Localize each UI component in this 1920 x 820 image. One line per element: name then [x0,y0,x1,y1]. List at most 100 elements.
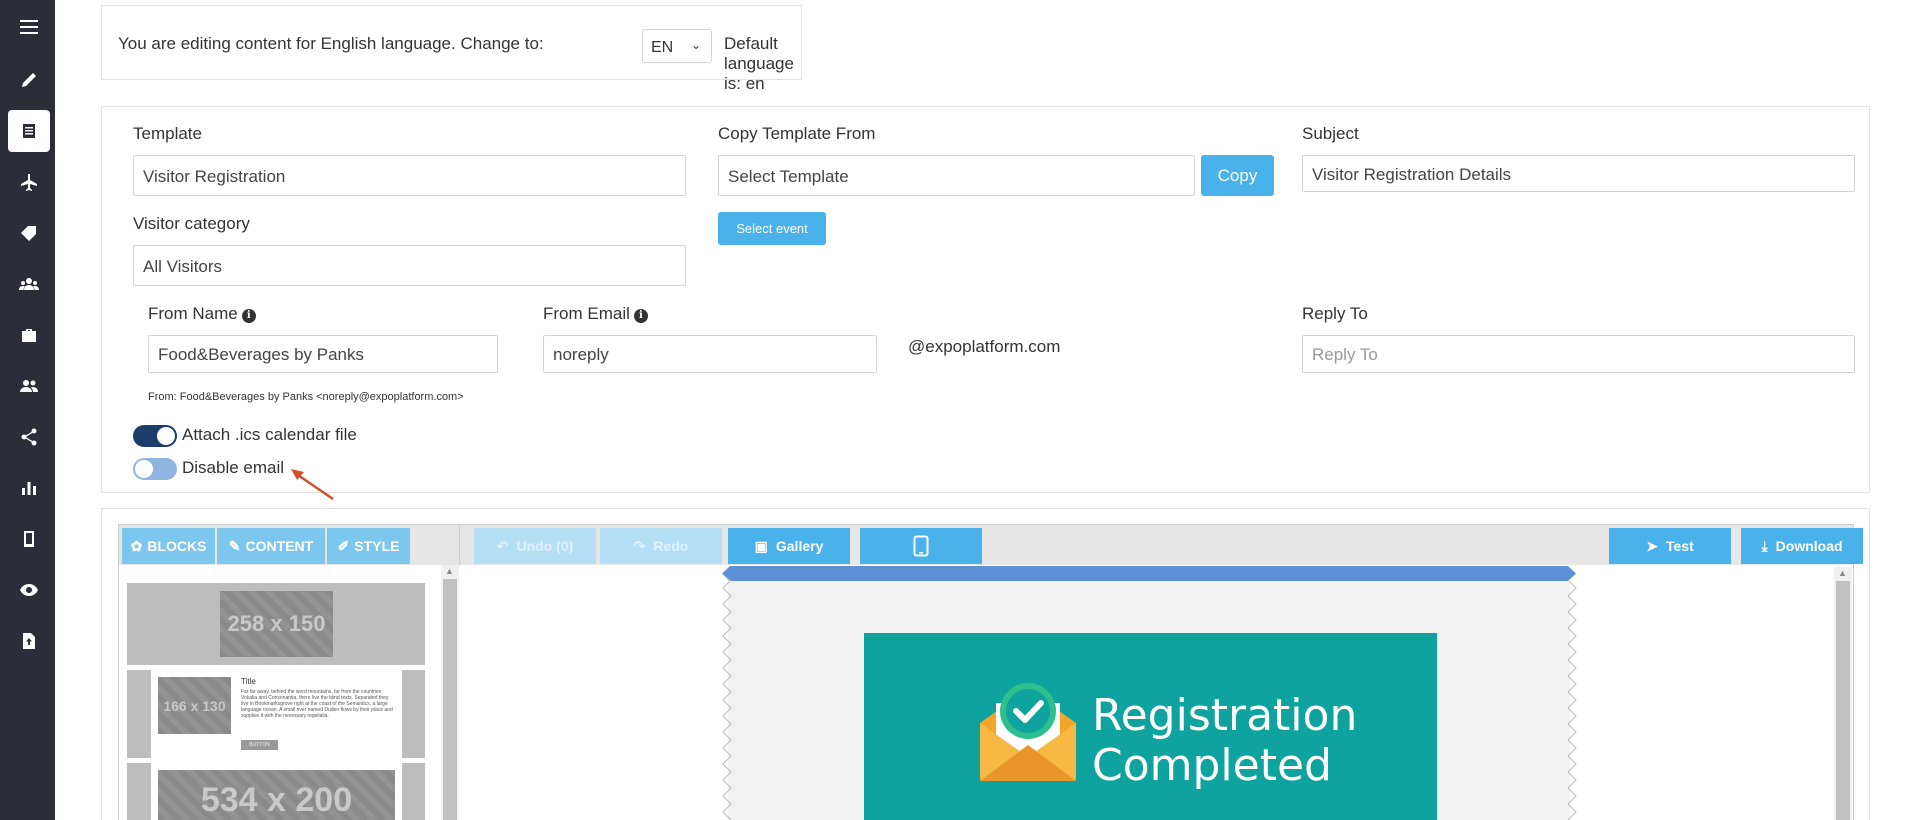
list-document-icon [23,124,35,138]
subject-label: Subject [1302,124,1359,143]
blocks-scroll-thumb[interactable] [443,579,457,820]
attach-ics-label: Attach .ics calendar file [182,425,357,444]
email-hero-banner[interactable]: Registration Completed [864,633,1437,820]
hero-title: Registration Completed [1092,691,1357,791]
reply-to-field[interactable]: Reply To [1302,335,1855,373]
blocks-panel: 258 x 150 166 x 130 Title Far far away, … [119,565,459,820]
users-group-icon [19,278,39,290]
zigzag-edge-right [1568,580,1577,820]
menu-icon [20,20,38,34]
tab-content[interactable]: ✎ CONTENT [217,528,325,564]
sidebar-item-travel[interactable] [8,161,50,203]
mobile-preview-button[interactable] [860,528,982,564]
sidebar-item-tags[interactable] [8,212,50,254]
email-top-bar [722,566,1576,581]
gallery-button[interactable]: ▣ Gallery [728,528,850,564]
copy-button[interactable]: Copy [1201,155,1274,196]
gallery-label: Gallery [775,538,824,554]
hero-title-line-1: Registration [1092,690,1358,741]
sidebar [0,0,55,820]
pencil-icon [22,73,36,87]
sidebar-item-mobile[interactable] [8,518,50,560]
brush-icon: ✐ [337,537,350,554]
visitor-category-select[interactable]: All Visitors [133,245,686,286]
tab-style[interactable]: ✐ STYLE [327,528,410,564]
chevron-down-icon: ⌄ [690,38,701,52]
template-field[interactable]: Visitor Registration [133,155,686,196]
canvas-scrollbar[interactable]: ▲ [1834,567,1852,820]
from-email-label-text: From Email [543,304,630,323]
tab-label: CONTENT [245,538,314,554]
language-select-value: EN [651,39,674,56]
editor-tabbar: ✿ BLOCKS ✎ CONTENT ✐ STYLE [119,525,459,565]
tag-icon [21,226,36,241]
tab-label: BLOCKS [147,538,207,554]
language-select[interactable]: EN ⌄ [642,29,712,63]
visitor-category-label: Visitor category [133,214,250,233]
zigzag-edge-left [722,580,731,820]
undo-icon: ↶ [496,537,509,554]
blocks-icon: ✿ [130,537,143,554]
template-label: Template [133,124,202,143]
send-icon: ➤ [1646,537,1658,554]
scroll-up-icon[interactable]: ▲ [445,566,454,576]
info-icon[interactable]: i [633,309,648,323]
sidebar-item-edit[interactable] [8,59,50,101]
subject-field[interactable]: Visitor Registration Details [1302,155,1855,192]
canvas-scroll-thumb[interactable] [1836,581,1850,820]
sidebar-item-share[interactable] [8,416,50,458]
reply-to-label: Reply To [1302,304,1368,323]
sidebar-item-groups[interactable] [8,263,50,305]
file-upload-icon [23,633,35,649]
eye-icon [20,584,38,596]
image-placeholder: 534 x 200 [158,770,395,820]
from-preview-text: From: Food&Beverages by Panks <noreply@e… [148,391,464,403]
sidebar-item-reports[interactable] [8,467,50,509]
share-icon [21,428,37,446]
disable-email-toggle[interactable] [133,458,177,480]
language-info-text: You are editing content for English lang… [118,34,544,53]
mobile-icon [24,531,34,547]
sidebar-item-files[interactable] [8,620,50,662]
tab-blocks[interactable]: ✿ BLOCKS [122,528,215,564]
download-label: Download [1775,538,1843,554]
info-icon[interactable]: i [241,309,256,323]
blocks-scrollbar[interactable]: ▲ [441,565,459,820]
from-email-field[interactable]: noreply [543,335,877,373]
sidebar-item-preview[interactable] [8,569,50,611]
pencil-icon: ✎ [228,537,241,554]
copy-template-label: Copy Template From [718,124,876,143]
toggle-knob [135,460,153,478]
copy-template-select[interactable]: Select Template [718,155,1195,196]
scroll-up-icon[interactable]: ▲ [1838,568,1847,578]
tablet-icon [913,535,929,557]
undo-button[interactable]: ↶ Undo (0) [474,528,596,564]
attach-ics-toggle[interactable] [133,425,177,447]
plane-icon [21,174,37,191]
email-domain-text: @expoplatform.com [908,337,1061,356]
menu-button[interactable] [8,6,50,48]
download-icon: ⤓ [1761,537,1768,554]
block-content: 534 x 200 [151,763,402,820]
sidebar-item-users[interactable] [8,365,50,407]
block-button: BUTTON [241,740,278,750]
annotation-arrow-icon [291,469,334,501]
sidebar-item-exhibitors[interactable] [8,314,50,356]
test-button[interactable]: ➤ Test [1609,528,1731,564]
download-button[interactable]: ⤓ Download [1741,528,1863,564]
redo-label: Redo [653,538,689,554]
select-event-button[interactable]: Select event [718,212,826,245]
hero-title-line-2: Completed [1092,740,1332,791]
from-name-label-text: From Name [148,304,238,323]
from-name-field[interactable]: Food&Beverages by Panks [148,335,498,373]
test-label: Test [1665,538,1694,554]
template-settings-form: Template Visitor Registration Copy Templ… [101,106,1870,501]
users-icon [20,380,38,392]
block-wide-image[interactable]: 534 x 200 [127,763,425,820]
block-image-text[interactable]: 166 x 130 Title Far far away, behind the… [127,670,425,758]
block-image-only[interactable]: 258 x 150 [127,583,425,665]
undo-label: Undo (0) [516,538,574,554]
redo-button[interactable]: ↷ Redo [600,528,722,564]
sidebar-item-templates[interactable] [8,110,50,152]
block-content: 166 x 130 Title Far far away, behind the… [151,670,402,758]
